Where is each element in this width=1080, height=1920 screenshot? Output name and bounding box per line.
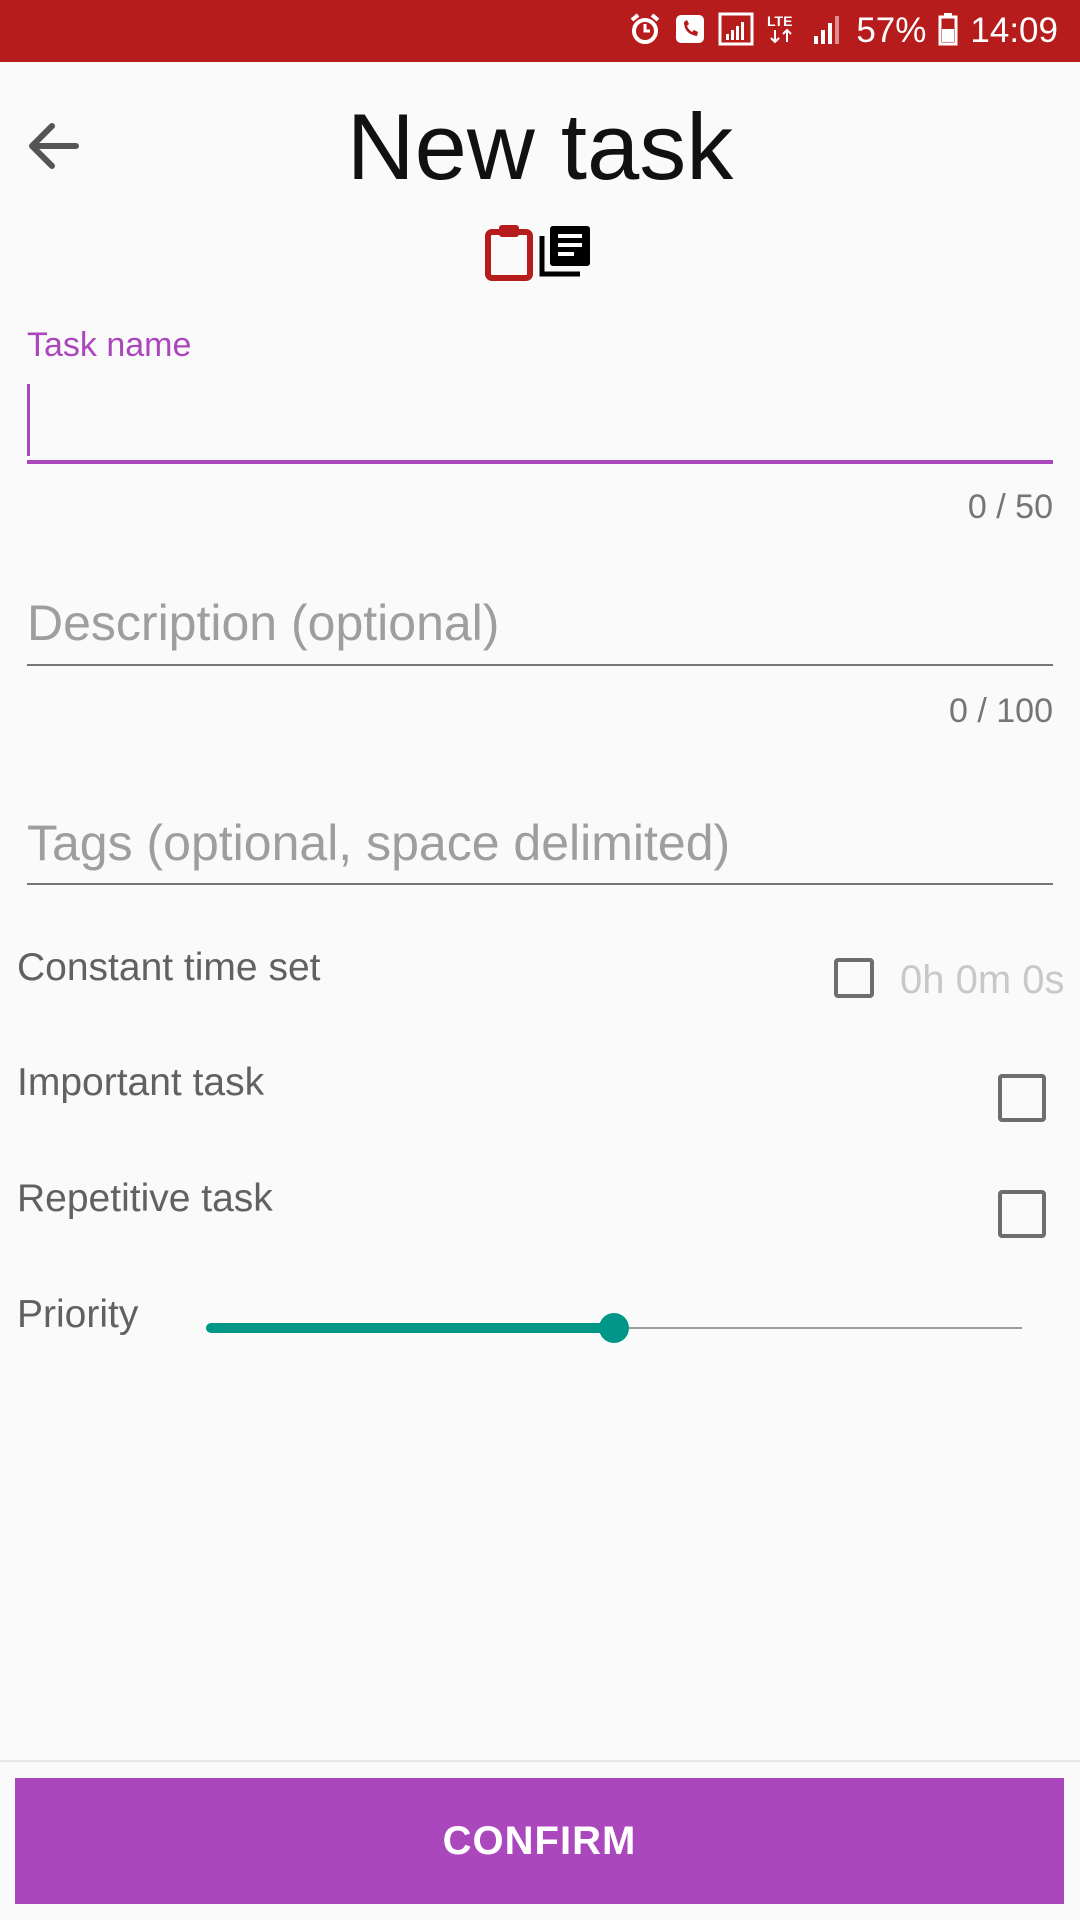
text-cursor [27,384,30,456]
description-input[interactable]: Description (optional) [27,594,499,652]
signal-bars-icon [810,12,844,51]
battery-percent: 57% [856,11,927,50]
description-underline [27,664,1053,666]
constant-time-checkbox[interactable] [834,958,874,998]
lte-icon: LTE [766,12,798,51]
constant-time-value: 0h 0m 0s [900,958,1065,1002]
battery-icon [938,12,958,51]
priority-slider-fill [206,1323,614,1333]
task-name-label: Task name [27,326,192,364]
page-title: New task [346,94,734,199]
tags-input[interactable]: Tags (optional, space delimited) [27,814,730,872]
task-name-input[interactable] [27,380,1053,464]
svg-text:LTE: LTE [767,13,792,29]
alarm-icon [628,12,662,51]
description-counter: 0 / 100 [949,692,1053,730]
important-task-label: Important task [17,1061,265,1104]
priority-slider-thumb[interactable] [599,1313,629,1343]
constant-time-label: Constant time set [17,946,321,989]
confirm-button[interactable]: CONFIRM [15,1778,1064,1904]
library-books-icon [538,222,592,287]
repetitive-task-checkbox[interactable] [998,1190,1046,1238]
bottom-divider [0,1760,1080,1762]
status-bar: LTE 57% 14:09 [0,0,1080,62]
signal-icon [718,12,754,51]
phone-call-icon [674,13,706,50]
task-name-counter: 0 / 50 [967,488,1053,526]
important-task-checkbox[interactable] [998,1074,1046,1122]
priority-label: Priority [17,1293,139,1336]
header-icons [484,222,592,287]
task-name-underline [27,460,1053,464]
clock: 14:09 [970,11,1058,50]
repetitive-task-label: Repetitive task [17,1177,273,1220]
tags-underline [27,883,1053,885]
clipboard-icon [484,222,534,287]
